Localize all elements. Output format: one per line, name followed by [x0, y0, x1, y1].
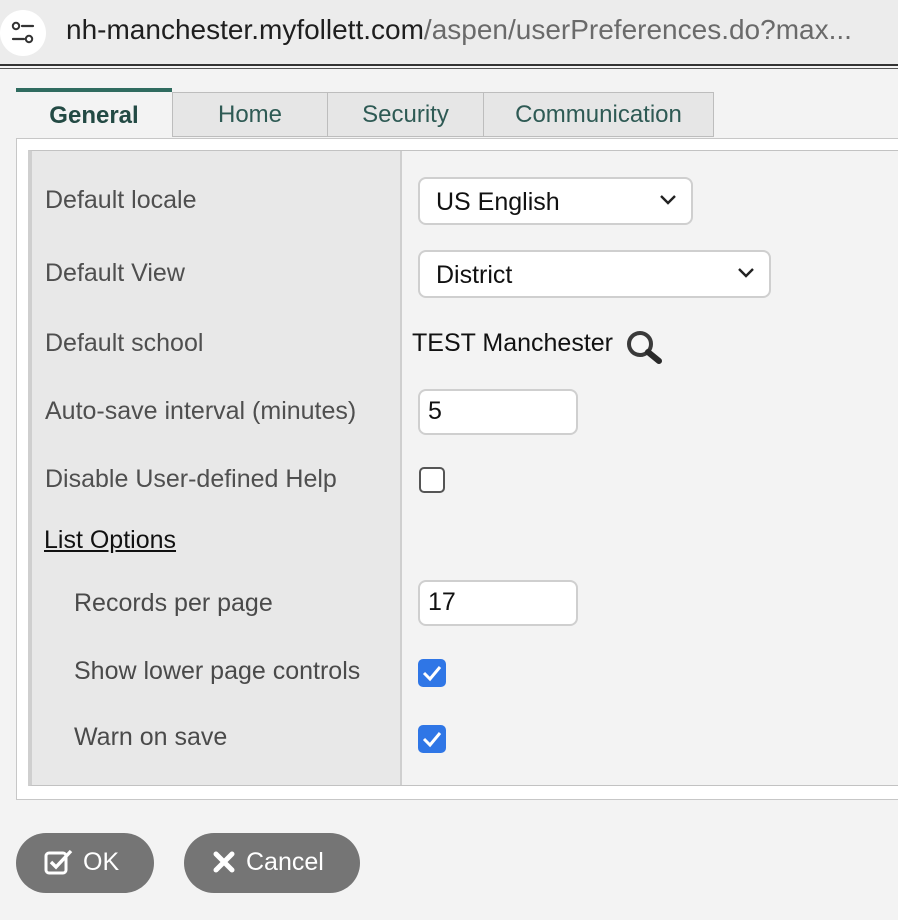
show-lower-controls-checkbox[interactable] [418, 659, 446, 687]
autosave-value: 5 [428, 397, 442, 425]
ok-label: OK [83, 848, 120, 876]
tab-general[interactable]: General [16, 88, 172, 138]
default-locale-select[interactable]: US English [418, 177, 693, 225]
warn-on-save-checkbox[interactable] [418, 725, 446, 753]
default-school-value: TEST Manchester [412, 329, 614, 357]
chevron-down-icon [738, 268, 754, 278]
records-per-page-label: Records per page [74, 589, 273, 617]
site-settings-icon [11, 21, 35, 44]
default-school-label: Default school [45, 329, 204, 357]
show-lower-controls-label: Show lower page controls [74, 657, 361, 685]
disable-help-label: Disable User-defined Help [45, 465, 337, 493]
close-icon [213, 851, 235, 873]
cancel-label: Cancel [246, 848, 324, 876]
autosave-label: Auto-save interval (minutes) [45, 397, 357, 425]
tab-communication[interactable]: Communication [483, 92, 714, 137]
default-locale-value: US English [436, 188, 560, 216]
checkmark-icon [422, 666, 442, 682]
cancel-button[interactable]: Cancel [184, 833, 360, 893]
default-view-value: District [436, 261, 513, 289]
search-icon [627, 331, 662, 364]
autosave-input[interactable]: 5 [418, 389, 578, 435]
chevron-down-icon [660, 195, 676, 205]
url-host: nh-manchester.myfollett.com [66, 14, 424, 45]
warn-on-save-label: Warn on save [74, 723, 228, 751]
default-view-select[interactable]: District [418, 250, 771, 298]
divider [0, 64, 898, 66]
url-text[interactable]: nh-manchester.myfollett.com/aspen/userPr… [66, 14, 896, 46]
default-view-label: Default View [45, 259, 185, 287]
checkmark-icon [422, 732, 442, 748]
ok-button[interactable]: OK [16, 833, 154, 893]
checkbox-edit-icon [44, 849, 73, 875]
site-settings-button[interactable] [0, 10, 46, 56]
records-per-page-value: 17 [428, 588, 456, 616]
default-locale-label: Default locale [45, 186, 197, 214]
divider [0, 68, 898, 69]
url-path: /aspen/userPreferences.do?max... [423, 14, 852, 45]
tab-security[interactable]: Security [327, 92, 484, 137]
records-per-page-input[interactable]: 17 [418, 580, 578, 626]
disable-help-checkbox[interactable] [419, 467, 445, 493]
school-lookup-button[interactable] [624, 329, 664, 370]
list-options-link[interactable]: List Options [44, 526, 176, 555]
browser-address-bar: nh-manchester.myfollett.com/aspen/userPr… [0, 0, 898, 64]
tab-home[interactable]: Home [172, 92, 328, 137]
